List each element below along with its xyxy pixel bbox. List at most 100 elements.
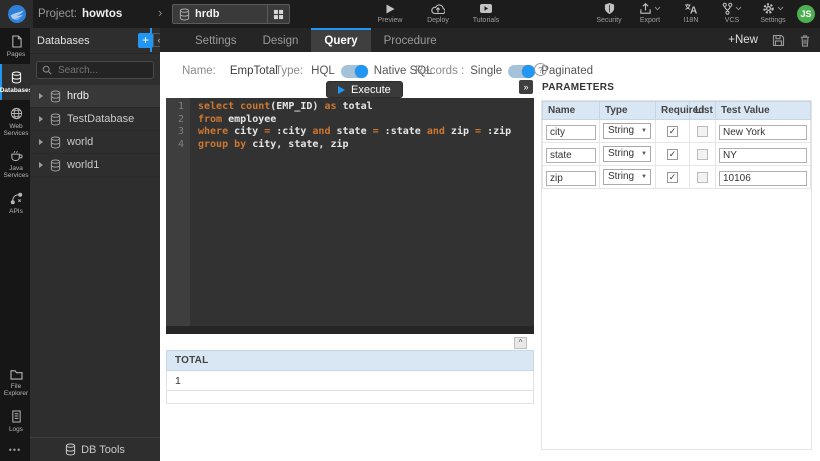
param-list-checkbox[interactable] — [697, 126, 708, 137]
action-label: Preview — [378, 17, 403, 24]
db-tools-button[interactable]: DB Tools — [30, 437, 160, 461]
records-option-paginated[interactable]: Paginated — [541, 65, 593, 77]
param-row-state: String▼ ✓ — [543, 143, 811, 166]
param-list-checkbox[interactable] — [697, 149, 708, 160]
topbar-left-actions: Preview Deploy Tutorials — [375, 2, 501, 24]
select-arrow-icon: ▼ — [641, 128, 647, 134]
results-table: TOTAL1 — [166, 350, 534, 404]
coffee-icon — [10, 150, 23, 162]
wavemaker-logo[interactable] — [0, 0, 33, 28]
search-icon — [42, 65, 52, 75]
db-tree-item-world[interactable]: world — [30, 131, 160, 154]
database-selector-value: hrdb — [195, 8, 267, 20]
collapse-editor-button[interactable]: ^ — [514, 337, 527, 349]
save-icon[interactable] — [772, 34, 785, 47]
sidebar-item-logs[interactable]: Logs — [0, 403, 30, 439]
api-icon — [10, 192, 23, 205]
video-icon — [479, 3, 493, 14]
code-line: select count(EMP_ID) as total — [198, 101, 534, 114]
param-type-select[interactable]: String▼ — [603, 169, 651, 185]
records-option-single[interactable]: Single — [470, 65, 502, 77]
param-test-value-input[interactable] — [719, 125, 807, 140]
sidebar-item-pages[interactable]: Pages — [0, 28, 30, 64]
delete-icon[interactable] — [799, 34, 811, 47]
param-type-select[interactable]: String▼ — [603, 146, 651, 162]
sql-editor[interactable]: 1234 select count(EMP_ID) as totalfrom e… — [166, 98, 534, 334]
parameters-panel: NameTypeRequiredListTest ValueString▼✓St… — [541, 100, 812, 450]
settings-button[interactable]: Settings — [758, 2, 788, 24]
param-required-checkbox[interactable]: ✓ — [667, 172, 678, 183]
expand-caret-icon[interactable] — [38, 161, 44, 169]
editor-scrollbar[interactable] — [166, 326, 534, 334]
expand-parameters-button[interactable]: » — [519, 80, 533, 94]
sidebar-item-apis[interactable]: APIs — [0, 185, 30, 221]
name-value[interactable]: EmpTotal — [230, 65, 278, 77]
param-test-value-input[interactable] — [719, 148, 807, 163]
database-search[interactable] — [36, 61, 154, 79]
sidebar-item-label: File Explorer — [2, 383, 30, 397]
editor-code[interactable]: select count(EMP_ID) as totalfrom employ… — [190, 98, 534, 326]
database-selector[interactable]: hrdb — [172, 4, 290, 24]
action-label: VCS — [725, 17, 739, 24]
records-toggle[interactable] — [508, 65, 535, 78]
sidebar-item-web-services[interactable]: Web Services — [0, 100, 30, 143]
param-name-input[interactable] — [546, 171, 596, 186]
topbar: Project: howtos › hrdb PreviewDeployTuto… — [0, 0, 820, 28]
type-option-hql[interactable]: HQL — [311, 65, 335, 77]
vcs-button[interactable]: VCS — [717, 2, 747, 24]
search-input[interactable] — [56, 64, 148, 77]
param-col-required: Required — [656, 102, 690, 120]
left-nav-rail: PagesDatabases Web Services Java ServicesA… — [0, 28, 30, 461]
tabbar: SettingsDesignQueryProcedure +New — [160, 28, 820, 52]
action-label: Security — [596, 17, 621, 24]
type-toggle-knob — [355, 65, 368, 78]
db-name: hrdb — [67, 90, 89, 102]
param-test-value-input[interactable] — [719, 171, 807, 186]
param-col-type: Type — [600, 102, 656, 120]
sidebar-item-databases[interactable]: Databases — [0, 64, 30, 100]
new-query-button[interactable]: +New — [728, 34, 758, 46]
sidebar-item-java-services[interactable]: Java Services — [0, 143, 30, 185]
param-required-checkbox[interactable]: ✓ — [667, 149, 678, 160]
expand-caret-icon[interactable] — [38, 138, 44, 146]
security-button[interactable]: Security — [594, 2, 624, 24]
results-cell: 1 — [167, 371, 534, 391]
expand-caret-icon[interactable] — [38, 92, 44, 100]
execute-button[interactable]: Execute — [326, 81, 403, 98]
grid-menu-icon[interactable] — [267, 5, 289, 23]
type-toggle[interactable] — [341, 65, 368, 78]
globe-icon — [10, 107, 23, 120]
tab-query[interactable]: Query — [311, 28, 370, 52]
user-avatar[interactable]: JS — [797, 5, 815, 23]
sidebar-item-file-explorer[interactable]: File Explorer — [0, 362, 30, 403]
param-name-input[interactable] — [546, 125, 596, 140]
database-icon — [11, 71, 22, 84]
param-required-checkbox[interactable]: ✓ — [667, 126, 678, 137]
code-line: from employee — [198, 114, 534, 127]
db-name: TestDatabase — [67, 113, 134, 125]
parameters-title: PARAMETERS — [542, 82, 614, 93]
query-workspace: Name: EmpTotal Type: HQL Native SQL Reco… — [160, 52, 820, 461]
help-icon[interactable]: ? — [534, 63, 547, 76]
db-tree-item-hrdb[interactable]: hrdb — [30, 85, 160, 108]
db-tree-item-TestDatabase[interactable]: TestDatabase — [30, 108, 160, 131]
param-list-checkbox[interactable] — [697, 172, 708, 183]
tutorials-button[interactable]: Tutorials — [471, 2, 501, 24]
export-button[interactable]: Export — [635, 2, 665, 24]
sidebar-item-label: Web Services — [2, 123, 30, 137]
expand-caret-icon[interactable] — [38, 115, 44, 123]
param-name-input[interactable] — [546, 148, 596, 163]
i18n-button[interactable]: AI18N — [676, 2, 706, 24]
pages-icon — [11, 35, 22, 48]
deploy-button[interactable]: Deploy — [423, 2, 453, 24]
tab-procedure[interactable]: Procedure — [371, 28, 450, 52]
tab-design[interactable]: Design — [250, 28, 312, 52]
preview-button[interactable]: Preview — [375, 2, 405, 24]
tab-actions: +New — [728, 28, 820, 52]
param-type-select[interactable]: String▼ — [603, 123, 651, 139]
line-number: 3 — [166, 126, 190, 139]
tab-settings[interactable]: Settings — [182, 28, 250, 52]
select-arrow-icon: ▼ — [641, 151, 647, 157]
db-tree-item-world1[interactable]: world1 — [30, 154, 160, 177]
sidebar-overflow-button[interactable]: ••• — [0, 439, 30, 461]
